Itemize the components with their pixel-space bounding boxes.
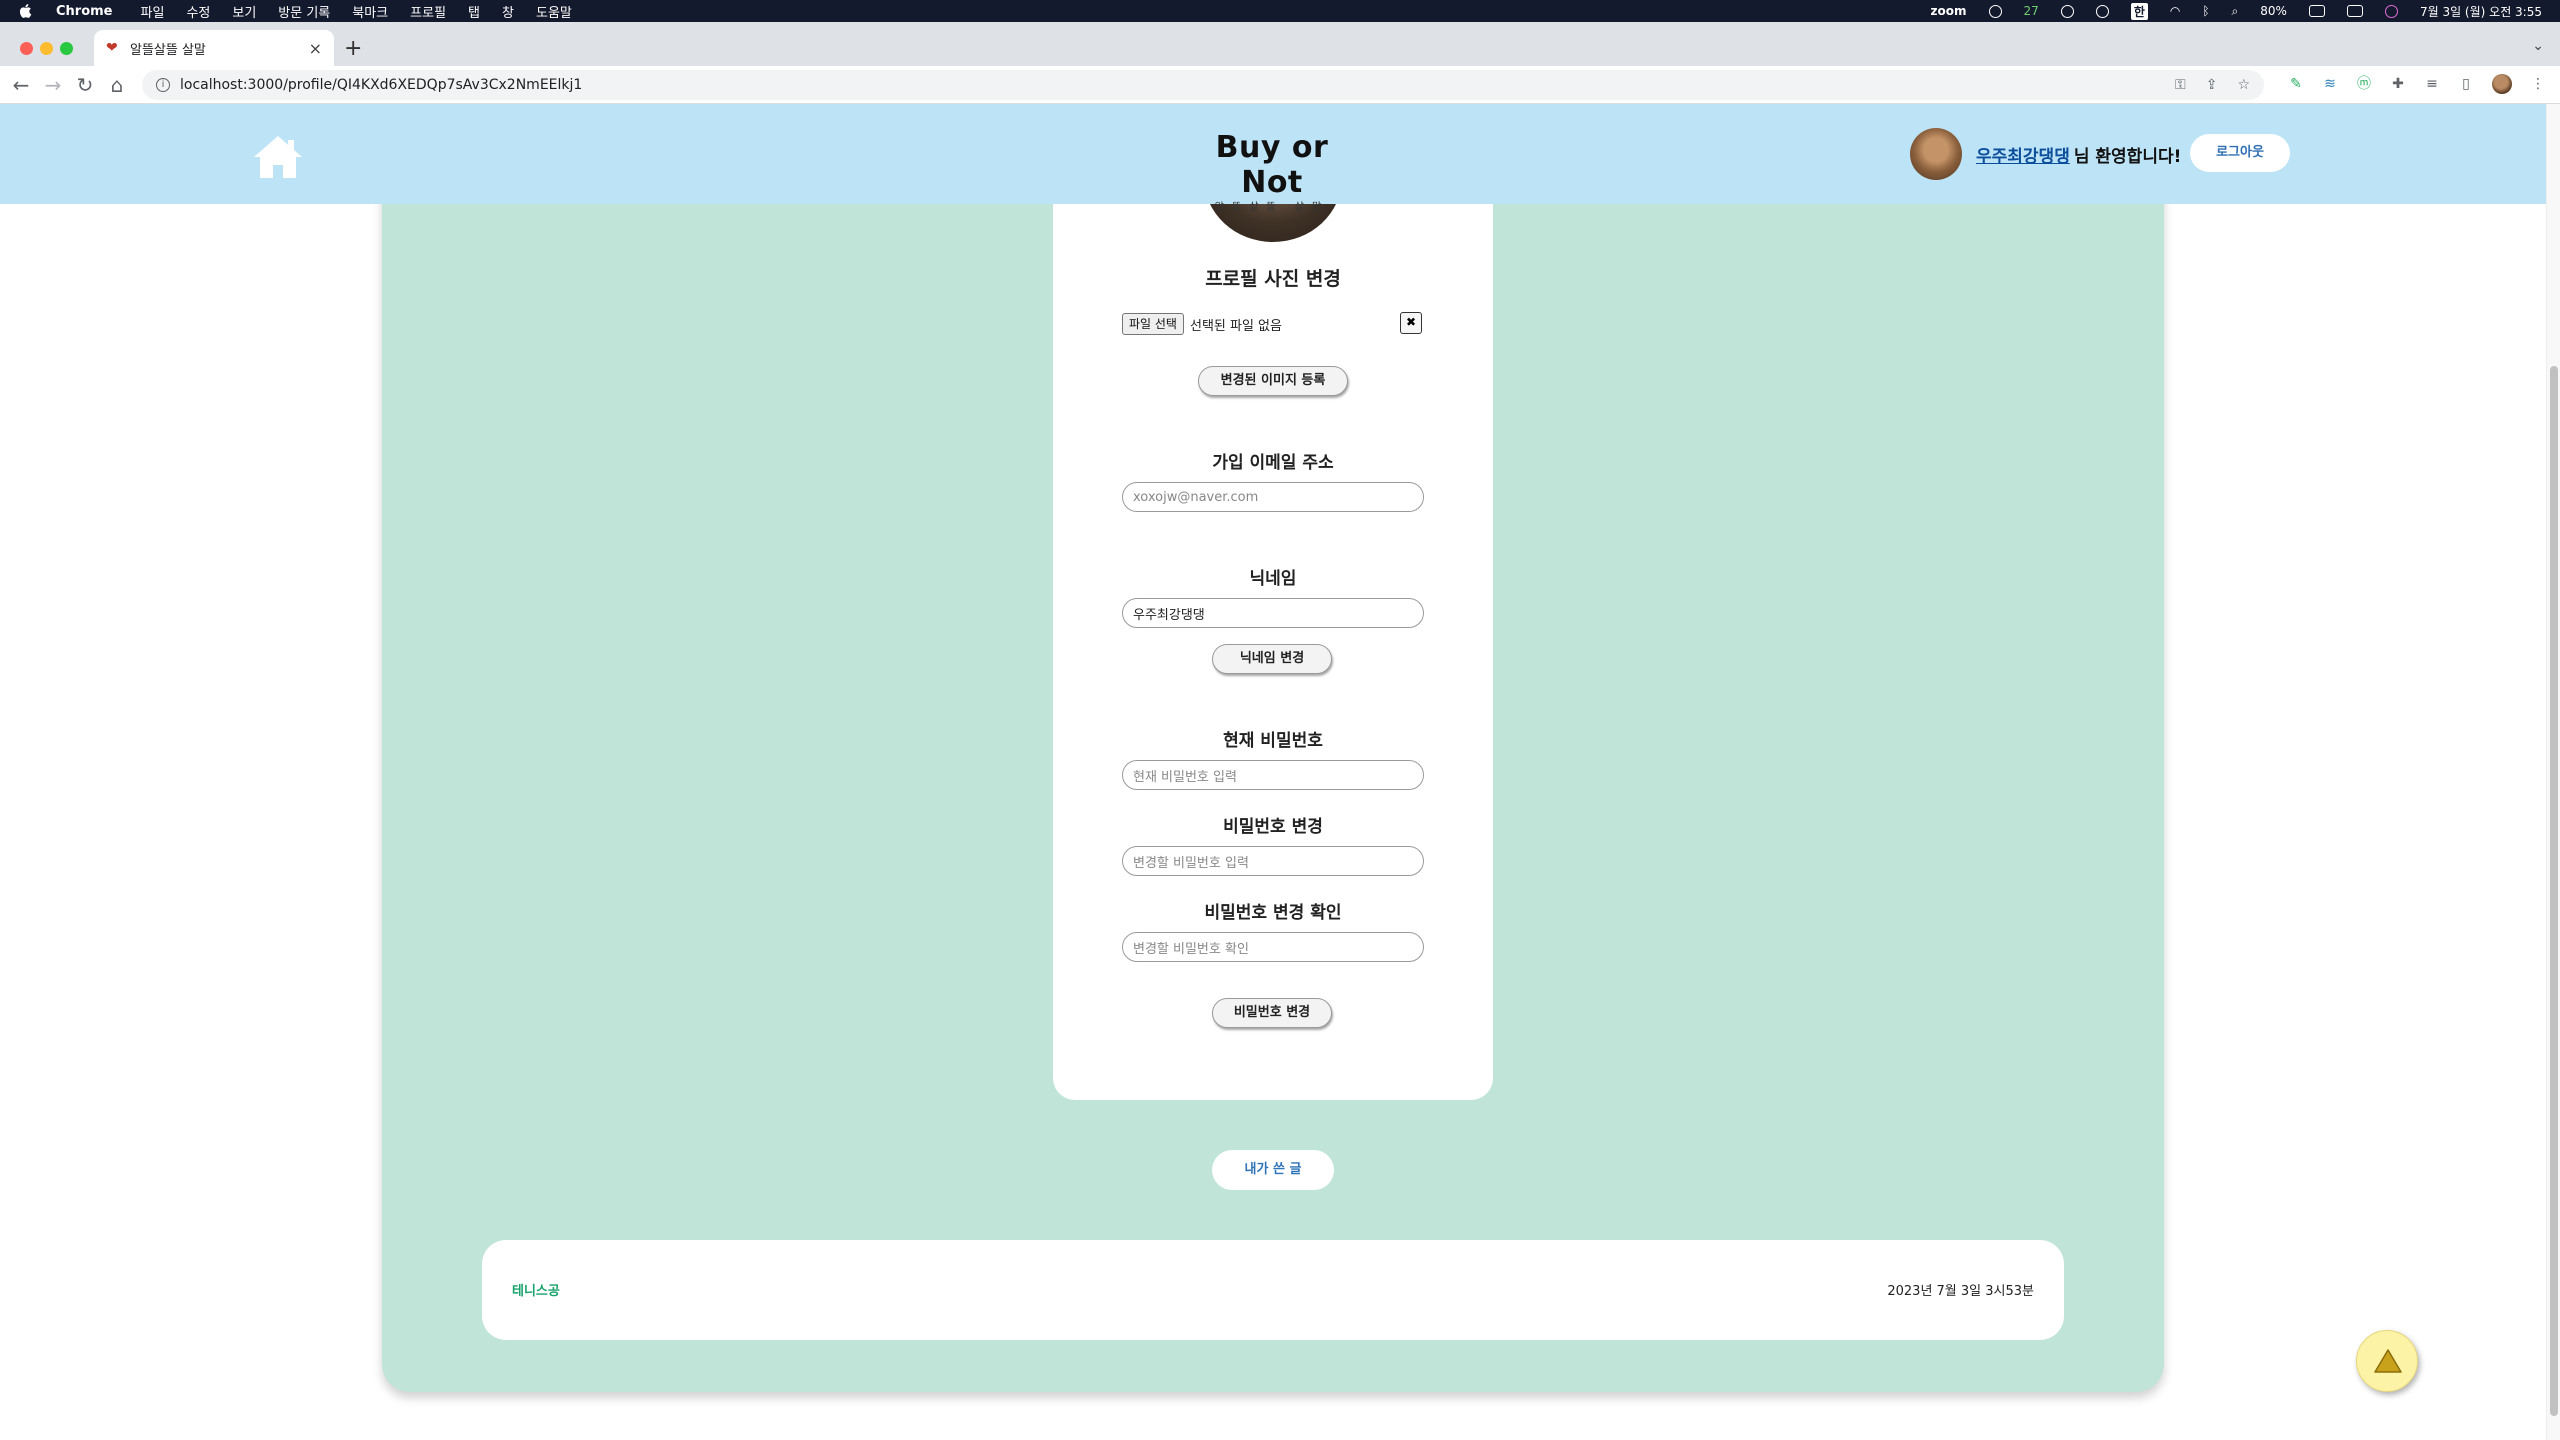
play-icon[interactable] — [2095, 4, 2109, 18]
app-name[interactable]: Chrome — [56, 4, 113, 19]
avatar[interactable] — [1910, 128, 1962, 180]
menu-profiles[interactable]: 프로필 — [410, 2, 446, 21]
window-minimize-button[interactable] — [40, 42, 53, 55]
menubar-status: zoom 27 한 ◠ ᛒ ⌕ 80% 7월 3일 (월) 오전 3:55 — [1931, 0, 2542, 22]
siri-icon[interactable] — [2384, 4, 2398, 18]
share-icon[interactable]: ⇪ — [2206, 77, 2218, 93]
menu-kebab-icon[interactable]: ⋮ — [2530, 76, 2546, 92]
battery-status[interactable]: 80% — [2260, 4, 2287, 18]
upload-image-button[interactable]: 변경된 이미지 등록 — [1198, 366, 1348, 396]
nickname-title: 닉네임 — [1249, 569, 1297, 589]
triangle-up-icon — [2374, 1349, 2402, 1373]
reload-icon[interactable]: ↻ — [72, 72, 98, 98]
battery-icon — [2308, 5, 2325, 17]
reading-list-icon[interactable]: ≡ — [2424, 76, 2440, 92]
menu-items: 파일 수정 보기 방문 기록 북마크 프로필 탭 창 도움말 — [141, 2, 572, 21]
new-tab-button[interactable]: + — [344, 36, 362, 61]
browser-tab-active[interactable]: ❤ 알뜰살뜰 살말 × — [94, 30, 334, 66]
window-zoom-button[interactable] — [60, 42, 73, 55]
logo-text: Buy or Not — [1215, 130, 1329, 200]
search-icon[interactable]: ⌕ — [2232, 4, 2239, 19]
menu-view[interactable]: 보기 — [232, 2, 256, 21]
zoom-status[interactable]: zoom — [1931, 4, 1967, 18]
address-bar[interactable]: i localhost:3000/profile/QI4KXd6XEDQp7sA… — [142, 70, 2264, 100]
tab-strip — [0, 22, 2560, 66]
current-password-title: 현재 비밀번호 — [1223, 731, 1323, 751]
profile-avatar-icon[interactable] — [2492, 74, 2512, 94]
bluetooth-icon[interactable]: ᛒ — [2202, 4, 2209, 18]
apple-icon[interactable] — [18, 3, 32, 19]
site-logo[interactable]: Buy or Not 알뜰살뜰 살말 — [1190, 130, 1354, 213]
my-posts-button[interactable]: 내가 쓴 글 — [1212, 1150, 1334, 1190]
file-input[interactable]: 파일 선택 선택된 파일 없음 — [1122, 312, 1426, 336]
email-field[interactable]: xoxojw@naver.com — [1122, 482, 1424, 512]
confirm-password-title: 비밀번호 변경 확인 — [1204, 903, 1342, 923]
user-name-link[interactable]: 우주최강댕댕 — [1976, 142, 2070, 167]
user-greeting: 우주최강댕댕 님 환영합니다! — [1910, 128, 2181, 180]
menu-edit[interactable]: 수정 — [186, 2, 210, 21]
badge-count[interactable]: 27 — [2024, 4, 2039, 18]
menu-history[interactable]: 방문 기록 — [278, 2, 330, 21]
scrollbar-thumb[interactable] — [2550, 366, 2558, 1416]
post-title[interactable]: 테니스공 — [512, 1280, 560, 1299]
menu-bookmarks[interactable]: 북마크 — [352, 2, 388, 21]
nickname-field[interactable]: 우주최강댕댕 — [1122, 598, 1424, 628]
home-icon[interactable] — [252, 134, 304, 180]
os-menubar: Chrome 파일 수정 보기 방문 기록 북마크 프로필 탭 창 도움말 zo… — [0, 0, 2560, 22]
menu-window[interactable]: 창 — [502, 2, 514, 21]
extension-m-icon[interactable]: ⓜ — [2356, 76, 2372, 92]
logo-subtitle: 알뜰살뜰 살말 — [1214, 202, 1330, 213]
side-panel-icon[interactable]: ▯ — [2458, 76, 2474, 92]
new-password-title: 비밀번호 변경 — [1223, 817, 1323, 837]
post-card[interactable]: 테니스공 2023년 7월 3일 3시53분 — [482, 1240, 2064, 1340]
url-text[interactable]: localhost:3000/profile/QI4KXd6XEDQp7sAv3… — [180, 77, 582, 93]
extension-icons: ✎ ≋ ⓜ ✚ ≡ ▯ ⋮ — [2288, 74, 2546, 94]
site-header: Buy or Not 알뜰살뜰 살말 우주최강댕댕 님 환영합니다! 로그아웃 — [0, 104, 2546, 213]
file-select-button[interactable]: 파일 선택 — [1122, 313, 1184, 335]
site-info-icon[interactable]: i — [156, 78, 170, 92]
email-title: 가입 이메일 주소 — [1212, 453, 1334, 473]
input-source[interactable]: 한 — [2130, 2, 2148, 20]
menu-tab[interactable]: 탭 — [468, 2, 480, 21]
menu-file[interactable]: 파일 — [141, 2, 165, 21]
file-clear-icon[interactable]: ✖ — [1400, 312, 1422, 334]
page-viewport: 프로필 사진 변경 파일 선택 선택된 파일 없음 ✖ 변경된 이미지 등록 가… — [0, 104, 2546, 1440]
post-date: 2023년 7월 3일 3시53분 — [1887, 1284, 2034, 1299]
control-center-icon[interactable] — [2346, 5, 2363, 17]
file-status: 선택된 파일 없음 — [1189, 318, 1282, 334]
tab-close-icon[interactable]: × — [309, 39, 322, 58]
nickname-change-button[interactable]: 닉네임 변경 — [1212, 644, 1332, 674]
new-password-field[interactable]: 변경할 비밀번호 입력 — [1122, 846, 1424, 876]
bookmark-star-icon[interactable]: ☆ — [2237, 77, 2250, 93]
photo-change-title: 프로필 사진 변경 — [1205, 268, 1341, 290]
extension-pen-icon[interactable]: ✎ — [2288, 76, 2304, 92]
messages-icon[interactable] — [1988, 4, 2002, 18]
menu-help[interactable]: 도움말 — [536, 2, 572, 21]
logout-button[interactable]: 로그아웃 — [2190, 134, 2290, 172]
extension-mask-icon[interactable]: ≋ — [2322, 76, 2338, 92]
home-browser-icon[interactable]: ⌂ — [104, 72, 130, 98]
forward-icon[interactable]: → — [40, 72, 66, 98]
page-scrollbar[interactable] — [2546, 104, 2560, 1440]
heart-favicon-icon: ❤ — [106, 40, 118, 56]
current-password-field[interactable]: 현재 비밀번호 입력 — [1122, 760, 1424, 790]
airdrop-icon[interactable] — [2060, 4, 2074, 18]
wifi-icon[interactable]: ◠ — [2170, 4, 2180, 18]
omnibox-actions: ⚿ ⇪ ☆ — [2175, 77, 2250, 93]
extensions-puzzle-icon[interactable]: ✚ — [2390, 76, 2406, 92]
browser-toolbar: ← → ↻ ⌂ i localhost:3000/profile/QI4KXd6… — [0, 66, 2560, 104]
greeting-text: 님 환영합니다! — [2073, 146, 2182, 167]
scroll-to-top-button[interactable] — [2356, 1330, 2418, 1392]
back-icon[interactable]: ← — [8, 72, 34, 98]
password-change-button[interactable]: 비밀번호 변경 — [1212, 998, 1332, 1028]
window-close-button[interactable] — [20, 42, 33, 55]
key-icon[interactable]: ⚿ — [2175, 77, 2186, 93]
confirm-password-field[interactable]: 변경할 비밀번호 확인 — [1122, 932, 1424, 962]
tab-title: 알뜰살뜰 살말 — [130, 42, 206, 58]
tab-search-chevron-icon[interactable]: ⌄ — [2532, 38, 2544, 54]
clock[interactable]: 7월 3일 (월) 오전 3:55 — [2420, 3, 2542, 20]
